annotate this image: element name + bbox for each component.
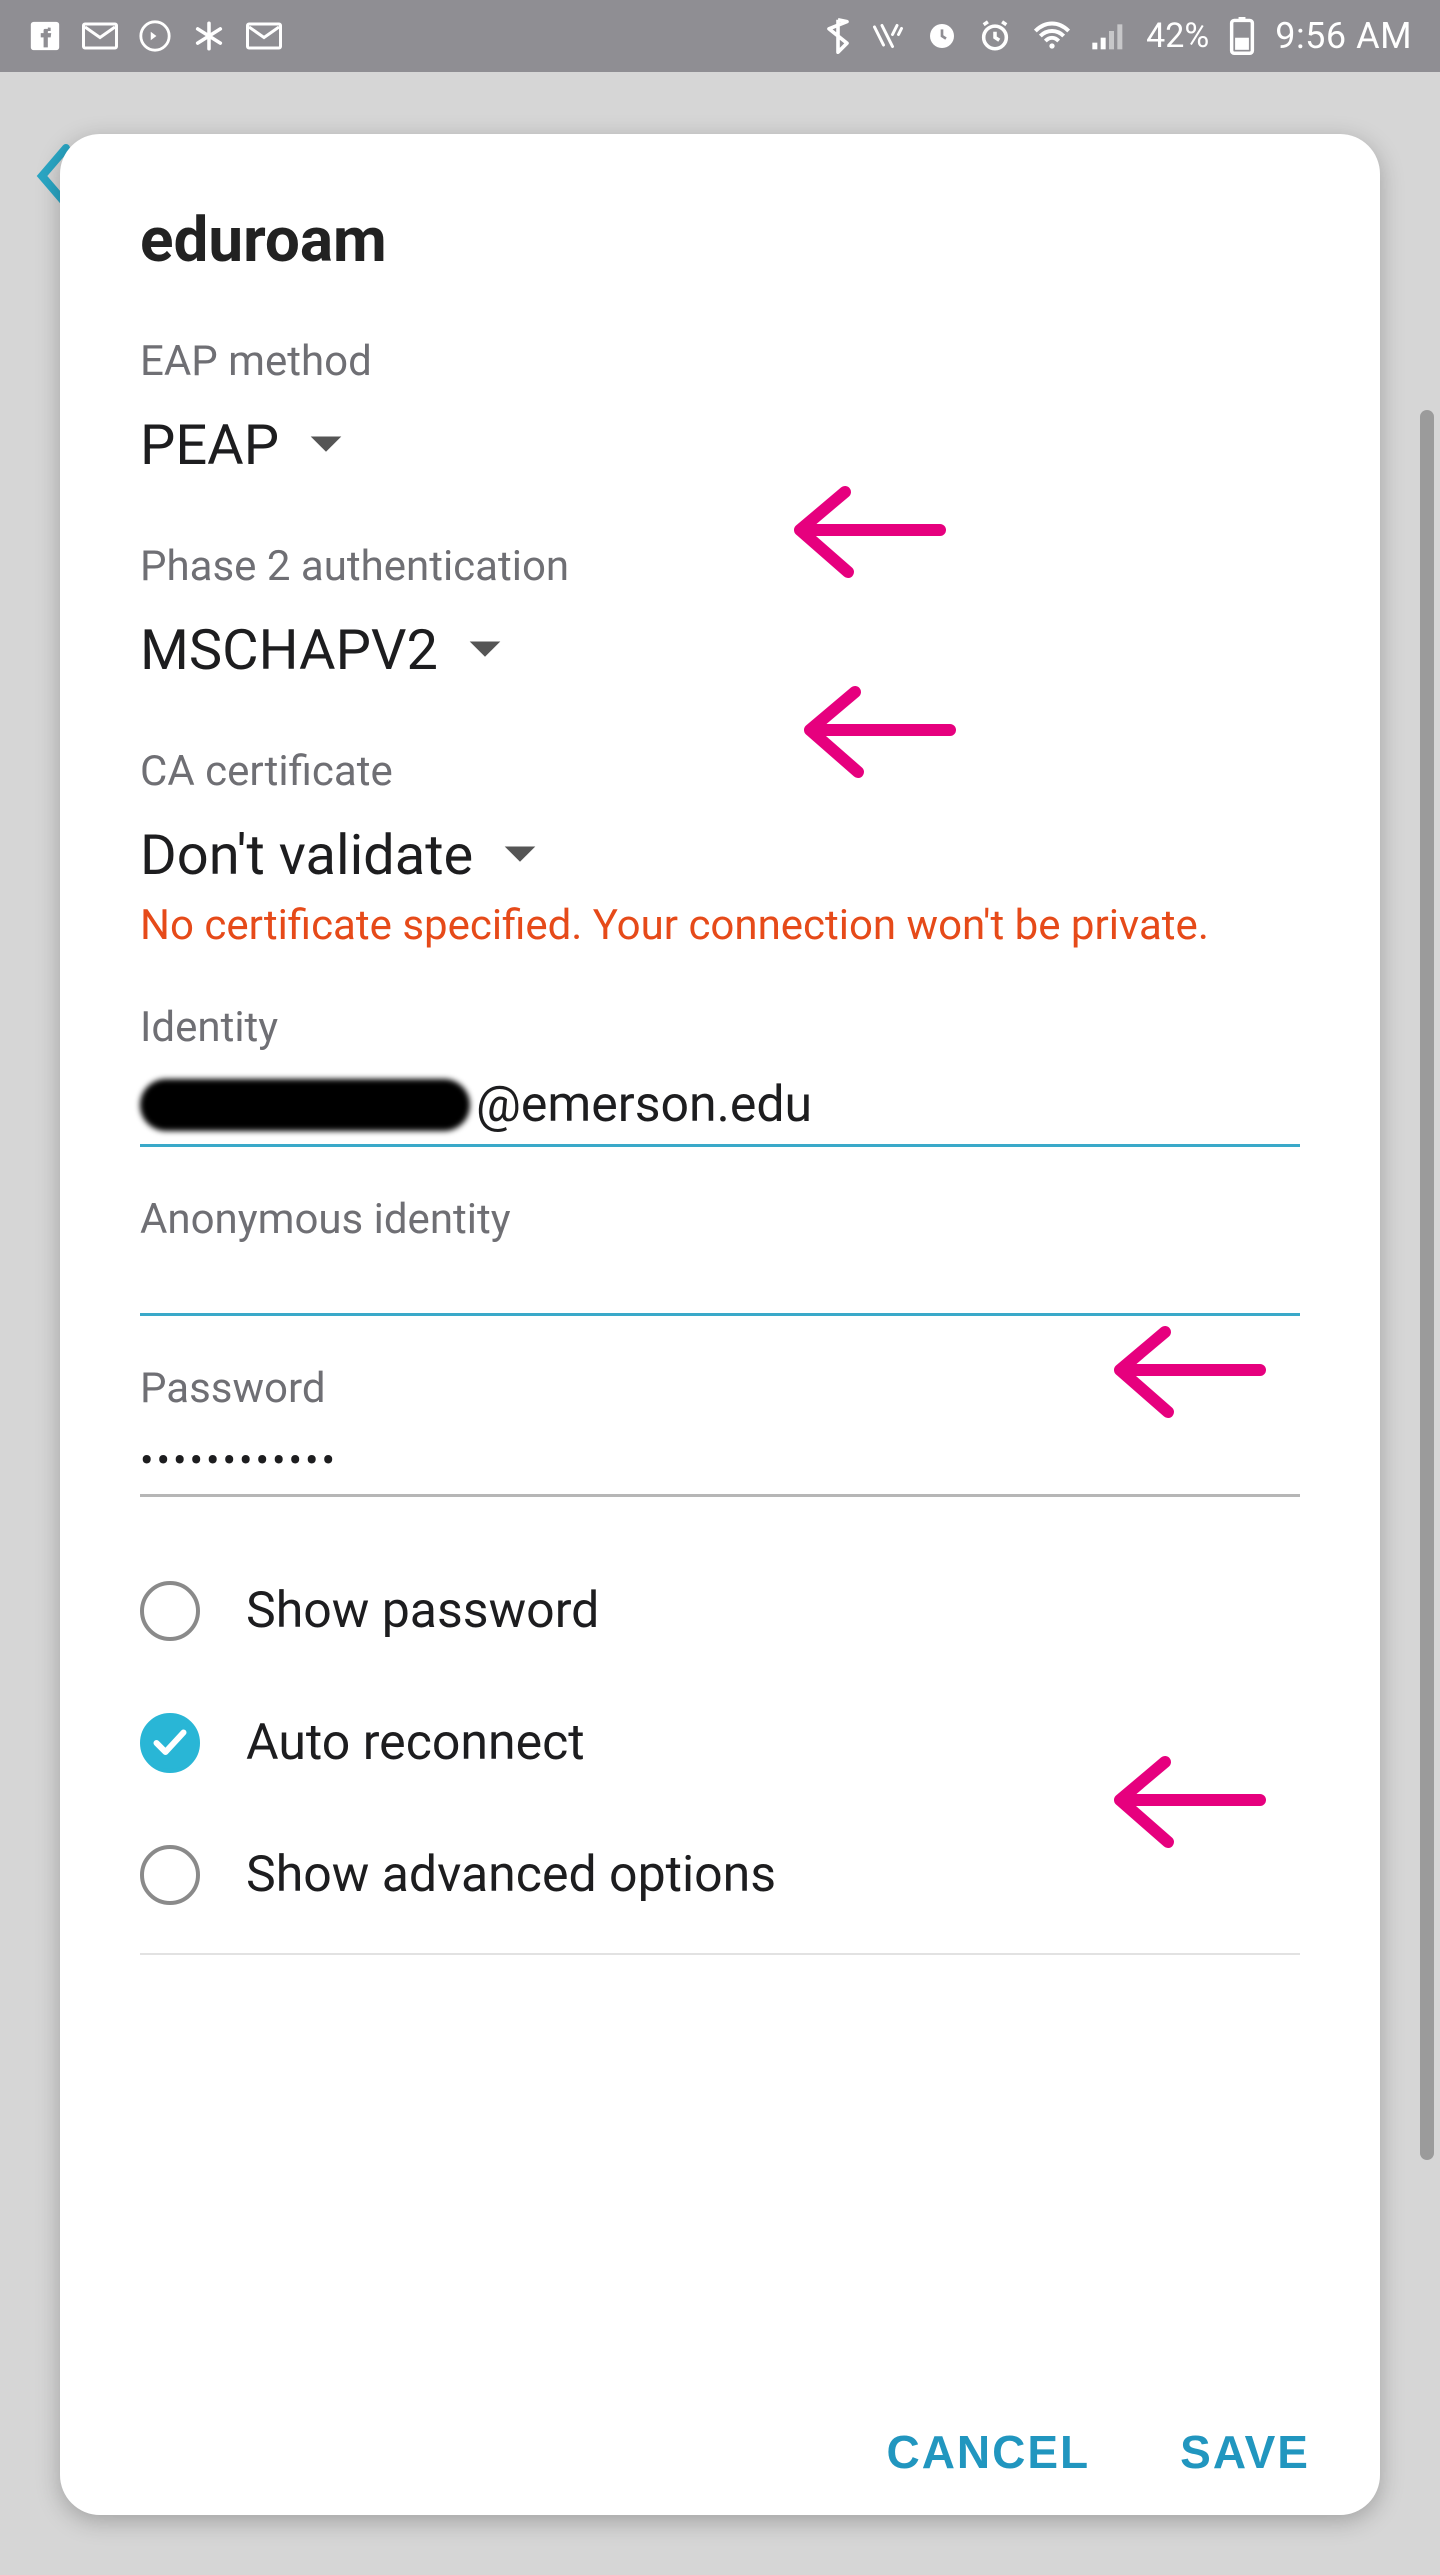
status-right: 42% 9:56 AM	[826, 15, 1412, 57]
auto-reconnect-label: Auto reconnect	[246, 1714, 585, 1772]
dialog-actions: CANCEL SAVE	[886, 2425, 1310, 2479]
show-password-row[interactable]: Show password	[140, 1545, 1300, 1677]
chevron-down-icon	[468, 639, 502, 661]
signal-icon	[1092, 21, 1126, 51]
password-label: Password	[140, 1364, 1300, 1413]
cancel-button[interactable]: CANCEL	[886, 2425, 1090, 2479]
password-input[interactable]: ••••••••••••	[140, 1423, 1300, 1497]
save-button[interactable]: SAVE	[1180, 2425, 1310, 2479]
show-advanced-row[interactable]: Show advanced options	[140, 1809, 1300, 1941]
radio-unchecked-icon	[140, 1845, 200, 1905]
anon-identity-wrap: Anonymous identity	[140, 1195, 1300, 1316]
ca-cert-value: Don't validate	[140, 822, 473, 888]
phase2-label: Phase 2 authentication	[140, 542, 1300, 591]
ca-cert-dropdown[interactable]: Don't validate	[140, 822, 1300, 888]
identity-input[interactable]: @emerson.edu	[140, 1062, 1300, 1147]
eap-method-label: EAP method	[140, 337, 1300, 386]
identity-field-wrap: Identity @emerson.edu	[140, 1003, 1300, 1147]
divider	[140, 1953, 1300, 1955]
cert-warning-text: No certificate specified. Your connectio…	[140, 898, 1300, 955]
phase2-value: MSCHAPV2	[140, 617, 438, 683]
mail-icon	[82, 22, 118, 50]
eap-method-value: PEAP	[140, 412, 279, 478]
status-left	[28, 19, 282, 53]
vibrate-icon	[870, 20, 906, 52]
mail-icon-2	[246, 22, 282, 50]
anon-identity-input[interactable]	[140, 1254, 1300, 1316]
battery-icon	[1229, 17, 1255, 55]
alarm-icon	[978, 19, 1012, 53]
phase2-dropdown[interactable]: MSCHAPV2	[140, 617, 1300, 683]
show-advanced-label: Show advanced options	[246, 1846, 776, 1904]
wifi-config-dialog: eduroam EAP method PEAP Phase 2 authenti…	[60, 134, 1380, 2515]
facebook-icon	[28, 19, 62, 53]
show-password-label: Show password	[246, 1582, 599, 1640]
asterisk-icon	[192, 19, 226, 53]
eap-method-dropdown[interactable]: PEAP	[140, 412, 1300, 478]
sound-icon	[138, 19, 172, 53]
wifi-icon	[1032, 20, 1072, 52]
anon-identity-label: Anonymous identity	[140, 1195, 1300, 1244]
auto-reconnect-row[interactable]: Auto reconnect	[140, 1677, 1300, 1809]
chevron-down-icon	[503, 844, 537, 866]
radio-checked-icon	[140, 1713, 200, 1773]
ca-cert-label: CA certificate	[140, 747, 1300, 796]
password-value: ••••••••••••	[140, 1437, 338, 1484]
identity-suffix: @emerson.edu	[476, 1076, 812, 1134]
radio-unchecked-icon	[140, 1581, 200, 1641]
scroll-indicator	[1420, 410, 1434, 2160]
password-wrap: Password ••••••••••••	[140, 1364, 1300, 1497]
clock-text: 9:56 AM	[1275, 15, 1412, 57]
sync-icon	[926, 20, 958, 52]
bluetooth-icon	[826, 18, 850, 54]
battery-text: 42%	[1146, 16, 1209, 56]
identity-label: Identity	[140, 1003, 1300, 1052]
redacted-identity	[140, 1079, 470, 1131]
chevron-down-icon	[309, 434, 343, 456]
dialog-title: eduroam	[140, 204, 1300, 277]
status-bar: 42% 9:56 AM	[0, 0, 1440, 72]
